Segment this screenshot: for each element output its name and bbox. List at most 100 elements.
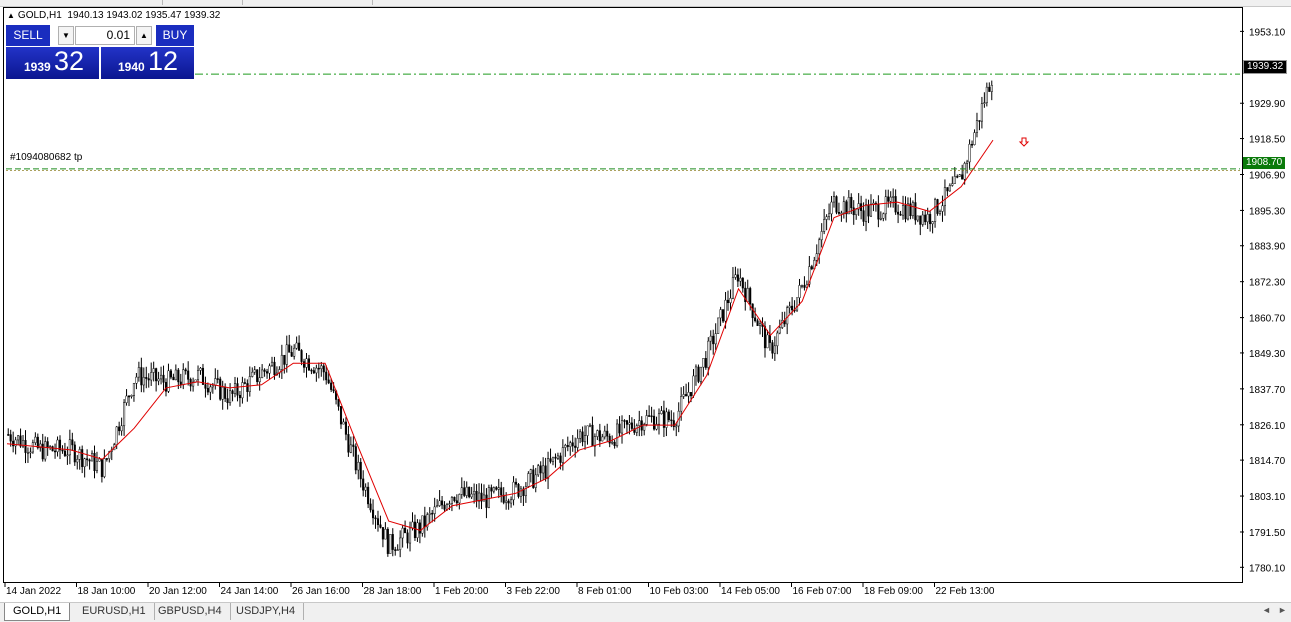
- candle-body: [887, 196, 890, 202]
- candle-body: [379, 524, 382, 528]
- candle-body: [583, 435, 587, 443]
- buy-price-button[interactable]: 1940 12: [101, 46, 194, 79]
- candle-body: [482, 494, 486, 502]
- price-tick-label: 1872.30: [1249, 278, 1286, 289]
- candle-body: [763, 326, 767, 349]
- candle-body: [17, 435, 20, 441]
- candle-body: [719, 309, 722, 319]
- candle-body: [470, 493, 473, 498]
- candle-body: [569, 442, 572, 447]
- candle-body: [280, 354, 283, 370]
- candle-body: [147, 378, 150, 381]
- candle-body: [453, 496, 456, 501]
- candle-body: [95, 460, 99, 472]
- candle-body: [182, 369, 185, 386]
- candle-body: [98, 458, 101, 462]
- candle-body: [251, 371, 254, 377]
- sell-price-button[interactable]: 1939 32: [6, 46, 99, 79]
- candle-body: [221, 386, 224, 400]
- candle-body: [273, 361, 276, 376]
- price-tick-label: 1918.50: [1249, 135, 1286, 146]
- candle-body: [771, 342, 774, 354]
- candle-body: [51, 446, 54, 452]
- buy-button[interactable]: BUY: [156, 25, 194, 46]
- sell-button[interactable]: SELL: [6, 25, 50, 46]
- candle-body: [835, 196, 838, 213]
- candle-body: [956, 176, 959, 178]
- candle-body: [224, 386, 227, 399]
- candle-body: [438, 500, 441, 506]
- candle-body: [667, 411, 670, 421]
- candle-body: [739, 277, 742, 282]
- candle-body: [155, 368, 158, 382]
- candle-body: [337, 399, 340, 407]
- candle-body: [120, 425, 123, 432]
- candle-body: [505, 500, 508, 503]
- candle-body: [924, 214, 927, 223]
- candle-body: [990, 85, 993, 92]
- candle-body: [559, 455, 562, 463]
- candle-body: [357, 461, 360, 471]
- candle-body: [884, 196, 887, 215]
- candle-body: [919, 215, 922, 225]
- candle-body: [566, 445, 569, 447]
- candle-body: [754, 317, 757, 322]
- candle-body: [510, 499, 513, 504]
- candle-body: [724, 299, 727, 322]
- candle-body: [714, 333, 717, 345]
- moving-average-line: [6, 139, 994, 531]
- candle-body: [527, 473, 530, 487]
- candle-body: [680, 396, 683, 412]
- price-tick-label: 1791.50: [1249, 528, 1286, 539]
- candle-body: [433, 506, 436, 514]
- time-tick-label: 3 Feb 22:00: [506, 586, 560, 597]
- candle-body: [105, 458, 108, 460]
- candle-body: [495, 487, 498, 490]
- candle-body: [214, 378, 217, 386]
- tab-scroll-right-icon[interactable]: ►: [1278, 605, 1287, 615]
- candle-body: [226, 398, 229, 404]
- tab-scroll-left-icon[interactable]: ◄: [1262, 605, 1271, 615]
- candle-body: [554, 456, 557, 459]
- candle-body: [298, 342, 301, 351]
- candle-body: [734, 274, 737, 278]
- candle-body: [295, 342, 298, 349]
- candle-body: [386, 528, 389, 554]
- candle-body: [795, 297, 799, 311]
- candle-body: [384, 528, 387, 540]
- candle-body: [601, 436, 604, 442]
- candle-body: [547, 458, 550, 479]
- candle-body: [980, 103, 983, 122]
- candle-body: [507, 500, 510, 504]
- tab-gold-h1[interactable]: GOLD,H1: [4, 603, 71, 621]
- candle-body: [534, 474, 537, 488]
- candle-body: [726, 299, 730, 304]
- order-tp-label[interactable]: #1094080682 tp: [10, 152, 82, 163]
- candle-body: [815, 253, 818, 261]
- candle-body: [354, 446, 357, 471]
- lot-decrease-icon[interactable]: ▼: [58, 26, 74, 45]
- lot-size-input[interactable]: 0.01: [75, 26, 135, 45]
- tab-gbpusd-h4[interactable]: GBPUSD,H4: [150, 603, 231, 620]
- candle-body: [204, 384, 207, 389]
- lot-increase-icon[interactable]: ▲: [136, 26, 152, 45]
- candle-body: [401, 527, 404, 539]
- candle-body: [603, 430, 606, 438]
- buy-price-big: 12: [148, 46, 179, 76]
- candle-body: [418, 522, 421, 534]
- candle-body: [512, 481, 515, 501]
- candle-body: [613, 441, 616, 446]
- tab-usdjpy-h4[interactable]: USDJPY,H4: [228, 603, 305, 620]
- candle-body: [364, 486, 367, 491]
- candle-body: [931, 221, 934, 225]
- tab-eurusd-h1[interactable]: EURUSD,H1: [74, 603, 155, 620]
- candle-body: [199, 367, 202, 371]
- candle-body: [914, 202, 917, 221]
- candle-body: [645, 415, 648, 425]
- candle-body: [689, 392, 693, 397]
- candle-body: [86, 458, 89, 461]
- candle-body: [825, 216, 828, 220]
- chart-menu-triangle-icon[interactable]: ▲: [7, 11, 15, 20]
- candle-body: [455, 500, 458, 504]
- candle-body: [320, 365, 323, 369]
